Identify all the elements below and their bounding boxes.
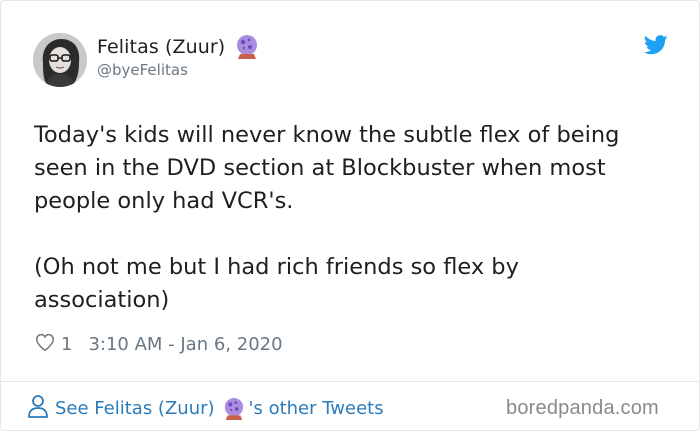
tweet-text: Today's kids will never know the subtle … [34, 122, 620, 313]
person-icon [27, 394, 55, 423]
crystal-ball-icon [235, 34, 259, 60]
heart-icon[interactable] [34, 331, 56, 358]
see-other-tweets-prefix[interactable]: See Felitas (Zuur) [55, 398, 215, 419]
see-other-tweets-suffix[interactable]: 's other Tweets [249, 398, 384, 419]
twitter-bird-icon[interactable] [643, 35, 668, 55]
like-count[interactable]: 1 [61, 334, 72, 355]
avatar[interactable] [33, 33, 87, 87]
watermark: boredpanda.com [506, 397, 659, 419]
author-display-name[interactable]: Felitas (Zuur) [97, 36, 225, 58]
tweet-card: Felitas (Zuur) @byeFelitas Today's kids … [0, 0, 700, 431]
crystal-ball-icon [223, 397, 245, 421]
tweet-timestamp[interactable]: 3:10 AM - Jan 6, 2020 [88, 334, 282, 355]
author-handle[interactable]: @byeFelitas [97, 61, 188, 79]
see-other-tweets-link[interactable]: See Felitas (Zuur) 's other Tweets [27, 394, 384, 423]
divider [1, 381, 699, 382]
tweet-meta-row: 1 3:10 AM - Jan 6, 2020 [34, 331, 283, 358]
author-name-row[interactable]: Felitas (Zuur) [97, 34, 259, 60]
